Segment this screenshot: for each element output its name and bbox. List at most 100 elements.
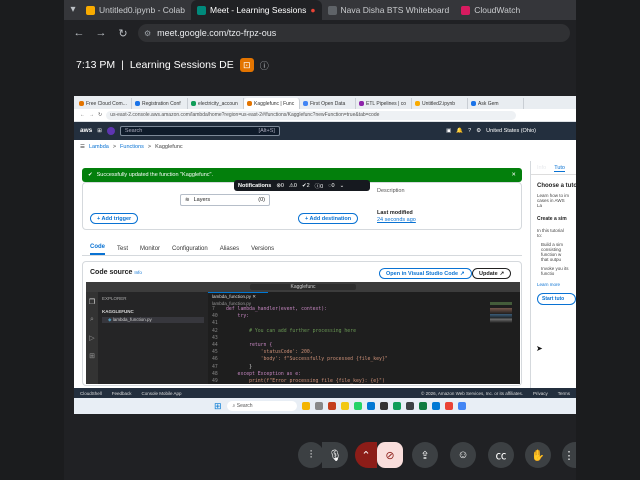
flash-close-icon: ✕ — [511, 172, 516, 178]
browser-tab-meet[interactable]: Meet - Learning Sessions ● — [191, 0, 322, 20]
open-vscode-button: Open in Visual Studio Code ↗ — [379, 268, 472, 279]
right-black-margin — [576, 0, 640, 480]
layers-label: Layers — [193, 197, 211, 203]
colab-favicon-icon — [86, 5, 95, 15]
url-text: meet.google.com/tzo-frpz-ous — [157, 28, 277, 38]
shared-tab-favicon-icon — [303, 101, 308, 106]
line-text: def lambda_handler(event, context): — [226, 307, 328, 312]
code-source-info: Info — [134, 270, 142, 275]
files-icon: ❐ — [88, 299, 96, 306]
line-text: try: — [226, 314, 250, 320]
meeting-info-icon[interactable]: ⓘ — [260, 59, 269, 72]
tab-aliases: Aliases — [219, 246, 240, 252]
back-arrow-icon[interactable]: ← — [72, 27, 86, 39]
shared-tab: Untitled2.ipynb — [412, 98, 468, 109]
shared-tab-label: Kagglefunc | Func — [254, 100, 295, 107]
crumb-kagglefunc: Kagglefunc — [155, 144, 183, 150]
shared-url: us-east-2.console.aws.amazon.com/lambda/… — [106, 110, 516, 120]
mouse-cursor-icon: ➤ — [536, 344, 543, 353]
meeting-title: Learning Sessions DE — [129, 59, 234, 71]
shared-tab: Free Cloud Com... — [76, 98, 132, 109]
taskbar-app-icon — [444, 402, 453, 410]
shared-tab-label: Ask Gem — [478, 100, 499, 107]
code-editor: Kagglefunc ❐ ⌕ ▷ ⊞ EXPLORER KAGGLEFUNC ◆… — [86, 282, 520, 384]
python-file-icon: ◆ — [108, 317, 112, 322]
shared-tab-label: ETL Pipelines | co — [366, 100, 407, 107]
explorer-pane: EXPLORER KAGGLEFUNC ◆ lambda_function.py — [98, 292, 208, 384]
windows-start-icon: ⊞ — [214, 400, 222, 411]
address-bar-row: ← → ↻ ⚙ meet.google.com/tzo-frpz-ous — [64, 20, 576, 46]
layers-icon: ≋ — [185, 197, 190, 203]
mic-button[interactable]: 🎙 — [322, 442, 348, 468]
browser-tab-colab[interactable]: Untitled0.ipynb - Colab — [80, 0, 191, 20]
footer-terms: Terms — [557, 390, 570, 396]
shared-tab: First Open Data — [300, 98, 356, 109]
browser-tab-cloudwatch[interactable]: CloudWatch — [455, 0, 526, 20]
recording-dot-icon: ● — [310, 5, 316, 15]
shared-browser-tabs: Free Cloud Com... Registration Conf electr… — [74, 96, 576, 109]
reload-icon[interactable]: ↻ — [116, 27, 130, 40]
meeting-time: 7:13 PM — [76, 59, 116, 71]
url-field[interactable]: ⚙ meet.google.com/tzo-frpz-ous — [138, 24, 570, 42]
notifications-bar: Notifications ⊗0 ⚠0 ✔2 ⓘ0 ◌0 ⌄ — [234, 180, 370, 191]
taskbar-app-icon — [379, 402, 388, 410]
search-icon: ⌕ — [90, 316, 94, 323]
explorer-title: EXPLORER — [102, 296, 127, 301]
cloudshell-icon: ▣ — [446, 128, 452, 134]
line-text: } — [226, 364, 252, 370]
emoji-button[interactable]: ☺ — [450, 442, 476, 468]
add-destination-button: + Add destination — [298, 213, 359, 224]
crumb-functions: Functions — [120, 144, 144, 150]
tab-configuration: Configuration — [172, 246, 208, 252]
header-separator: | — [121, 59, 124, 71]
shared-tab-favicon-icon — [79, 101, 84, 106]
code-source-title: Code source Info — [90, 269, 142, 276]
side-p1: Learn how to im cases in AWS La — [537, 193, 570, 208]
left-black-margin — [0, 0, 64, 480]
forward-arrow-icon[interactable]: → — [94, 27, 108, 39]
site-info-icon[interactable]: ⚙ — [144, 29, 151, 38]
captions-button[interactable]: ㏄ — [488, 442, 514, 468]
line-number: 44 — [212, 343, 218, 349]
shared-address-bar: ← → ↻ us-east-2.console.aws.amazon.com/l… — [74, 109, 576, 122]
update-icon: ↗ — [499, 270, 505, 277]
windows-taskbar: ⊞ ⌕ Search — [74, 398, 576, 414]
line-number: 48 — [212, 371, 218, 377]
shared-tab-favicon-icon — [471, 101, 476, 106]
taskbar-search: ⌕ Search — [226, 401, 297, 411]
line-text: print(f"Error processing file {file_key}… — [226, 379, 385, 384]
taskbar-app-icon — [457, 402, 466, 410]
editor-title-bar: Kagglefunc — [86, 282, 520, 292]
mic-level-icon[interactable]: ⫶ — [298, 442, 324, 468]
tab-monitor: Monitor — [140, 246, 161, 252]
notif-warn-count: ⚠0 — [288, 182, 297, 189]
side-heading: Choose a tuto — [537, 183, 576, 189]
line-number: 46 — [212, 357, 218, 363]
line-text: except Exception as e: — [226, 371, 302, 377]
aws-search-shortcut: [Alt+S] — [258, 128, 275, 134]
more-options-button[interactable]: ⋮ — [562, 442, 576, 468]
browser-tab-whiteboard[interactable]: Nava Disha BTS Whiteboard — [322, 0, 456, 20]
camera-off-button[interactable]: ⊘ — [377, 442, 403, 468]
tab-search-icon[interactable]: ▾ — [66, 3, 80, 17]
shared-tab-favicon-icon — [247, 101, 252, 106]
code-lines: 7 def lambda_handler(event, context): 40 t… — [208, 306, 520, 384]
camera-options-button[interactable]: ⌃ — [355, 442, 377, 468]
activity-bar: ❐ ⌕ ▷ ⊞ — [86, 292, 98, 384]
shared-tab: Registration Conf — [132, 98, 188, 109]
meeting-badge-icon[interactable]: ⊡ — [239, 58, 254, 72]
extensions-icon: ⊞ — [89, 353, 95, 360]
present-button[interactable]: ⇪ — [412, 442, 438, 468]
tab-label: CloudWatch — [474, 5, 521, 15]
line-number: 43 — [212, 335, 218, 341]
side-b2: Invoke you its functio — [541, 266, 569, 276]
raise-hand-button[interactable]: ✋ — [525, 442, 551, 468]
shared-tab: ETL Pipelines | co — [356, 98, 412, 109]
whiteboard-favicon-icon — [327, 5, 337, 15]
shared-forward-icon: → — [89, 112, 94, 118]
tab-code: Code — [90, 244, 105, 255]
external-link-icon: ↗ — [460, 270, 465, 277]
side-start-button: Start tuto — [537, 293, 576, 305]
description-label: Description — [377, 188, 405, 194]
layers-count: (0) — [258, 197, 265, 203]
